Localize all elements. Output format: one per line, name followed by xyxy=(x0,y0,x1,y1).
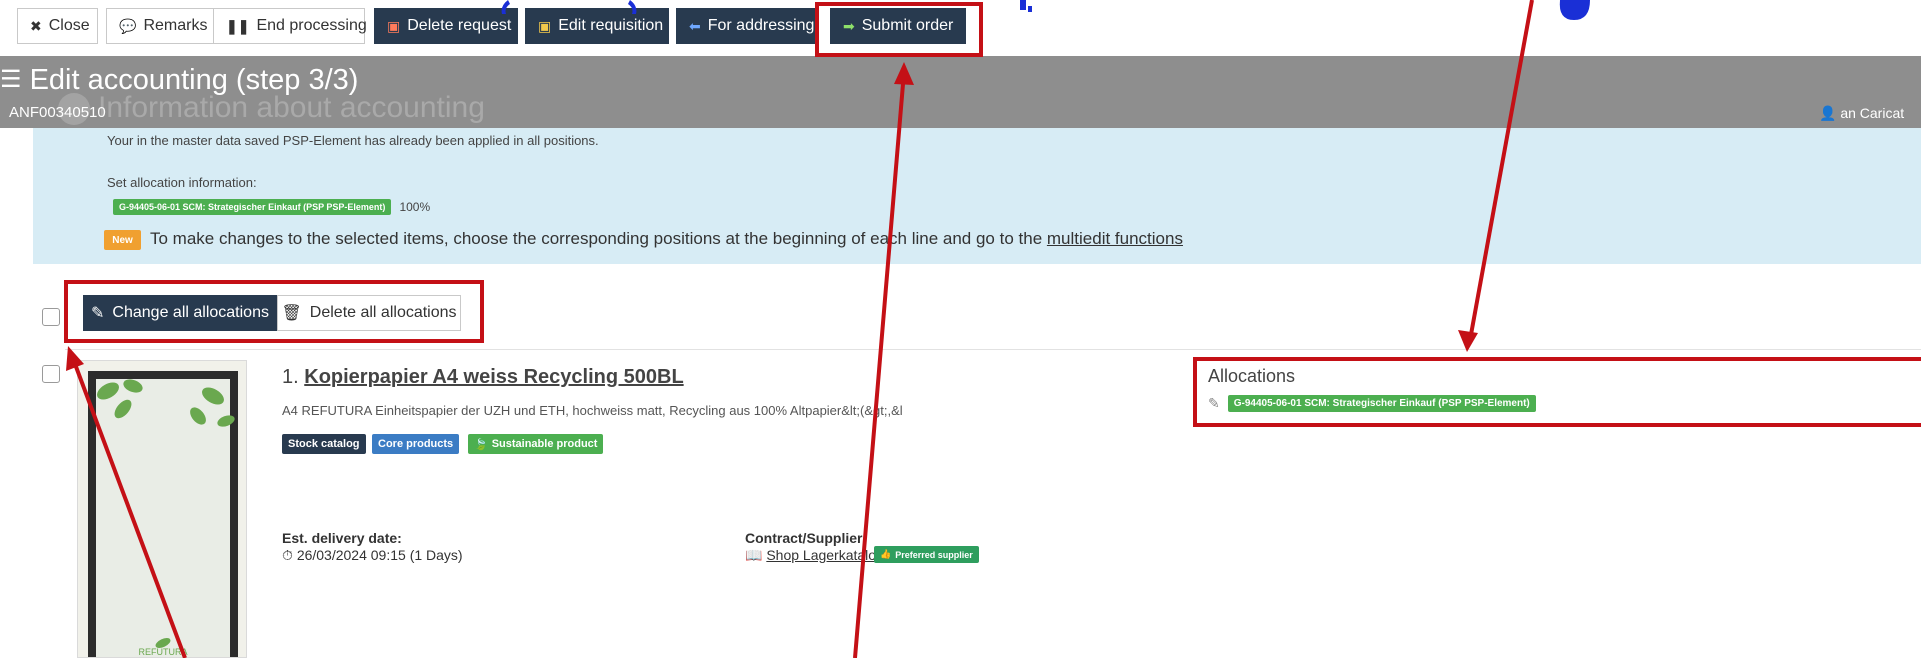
annotation-box-allocations xyxy=(1193,357,1921,427)
annotation-box-bulk xyxy=(64,280,484,343)
annotation-blue-text-fragments xyxy=(501,0,1590,20)
annotation-box-submit xyxy=(815,2,983,57)
